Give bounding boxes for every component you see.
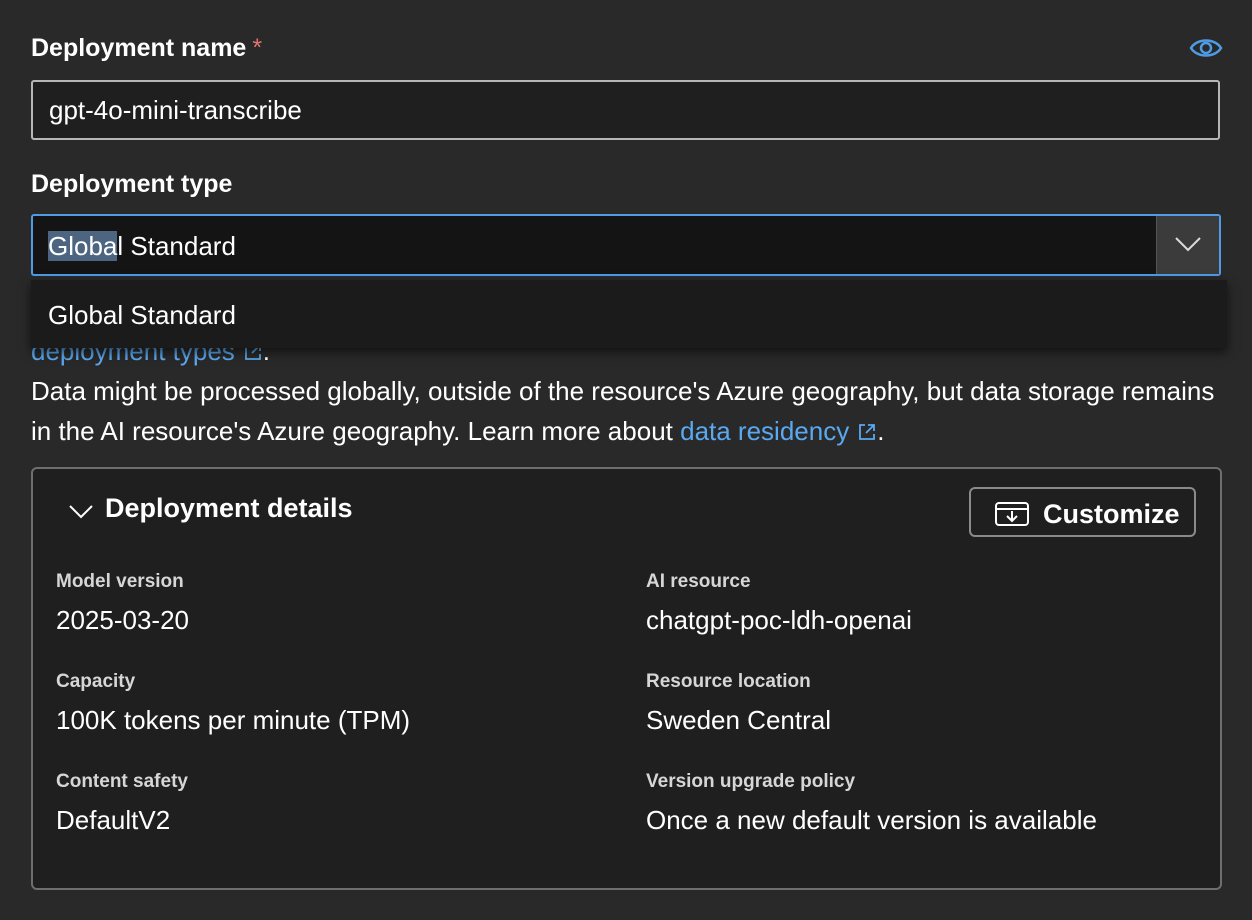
chevron-down-icon[interactable] <box>69 505 93 519</box>
dropdown-toggle-button[interactable] <box>1156 216 1219 274</box>
deployment-name-input[interactable] <box>31 80 1220 140</box>
detail-content-safety: Content safety DefaultV2 <box>56 771 188 836</box>
deployment-type-dropdown: Global Standard <box>31 280 1227 348</box>
customize-icon <box>995 502 1029 526</box>
detail-label: Resource location <box>646 671 811 692</box>
data-residency-info: Data might be processed globally, outsid… <box>31 371 1221 451</box>
customize-label: Customize <box>1043 499 1180 529</box>
external-link-icon <box>859 424 876 440</box>
detail-value: chatgpt-poc-ldh-openai <box>646 605 912 635</box>
deployment-type-label: Deployment type <box>31 170 233 198</box>
selected-text-rest: l Standard <box>117 231 236 261</box>
detail-ai-resource: AI resource chatgpt-poc-ldh-openai <box>646 571 912 636</box>
detail-value: 100K tokens per minute (TPM) <box>56 705 411 735</box>
detail-label: Capacity <box>56 671 136 692</box>
detail-model-version: Model version 2025-03-20 <box>56 571 189 636</box>
deployment-name-label-text: Deployment name <box>31 34 247 62</box>
detail-value: 2025-03-20 <box>56 605 189 635</box>
customize-button[interactable]: Customize <box>969 487 1196 537</box>
eye-icon[interactable] <box>1189 36 1223 60</box>
detail-value: Sweden Central <box>646 705 831 735</box>
selected-text-highlight: Globa <box>48 231 118 261</box>
detail-value: Once a new default version is available <box>646 805 1097 835</box>
detail-label: Content safety <box>56 771 188 792</box>
data-residency-link-text[interactable]: data residency <box>680 416 849 446</box>
deployment-name-label: Deployment name * <box>31 34 262 63</box>
deployment-details-title[interactable]: Deployment details <box>105 493 353 524</box>
deployment-type-select[interactable]: Global Standard <box>31 214 1221 276</box>
dropdown-option-global-standard[interactable]: Global Standard <box>48 300 236 331</box>
detail-label: Model version <box>56 571 184 592</box>
deployment-type-selected-value: Global Standard <box>48 231 236 262</box>
data-residency-link[interactable]: data residency <box>680 416 877 446</box>
detail-version-upgrade-policy: Version upgrade policy Once a new defaul… <box>646 771 1097 836</box>
chevron-down-icon <box>1175 237 1201 252</box>
detail-resource-location: Resource location Sweden Central <box>646 671 831 736</box>
detail-label: AI resource <box>646 571 751 592</box>
info-text: Data might be processed globally, outsid… <box>31 376 1215 446</box>
required-marker: * <box>252 34 263 62</box>
detail-value: DefaultV2 <box>56 805 171 835</box>
detail-label: Version upgrade policy <box>646 771 856 792</box>
deployment-details-card: Deployment details Customize Model versi… <box>31 467 1222 890</box>
detail-capacity: Capacity 100K tokens per minute (TPM) <box>56 671 410 736</box>
info-suffix: . <box>877 416 885 446</box>
